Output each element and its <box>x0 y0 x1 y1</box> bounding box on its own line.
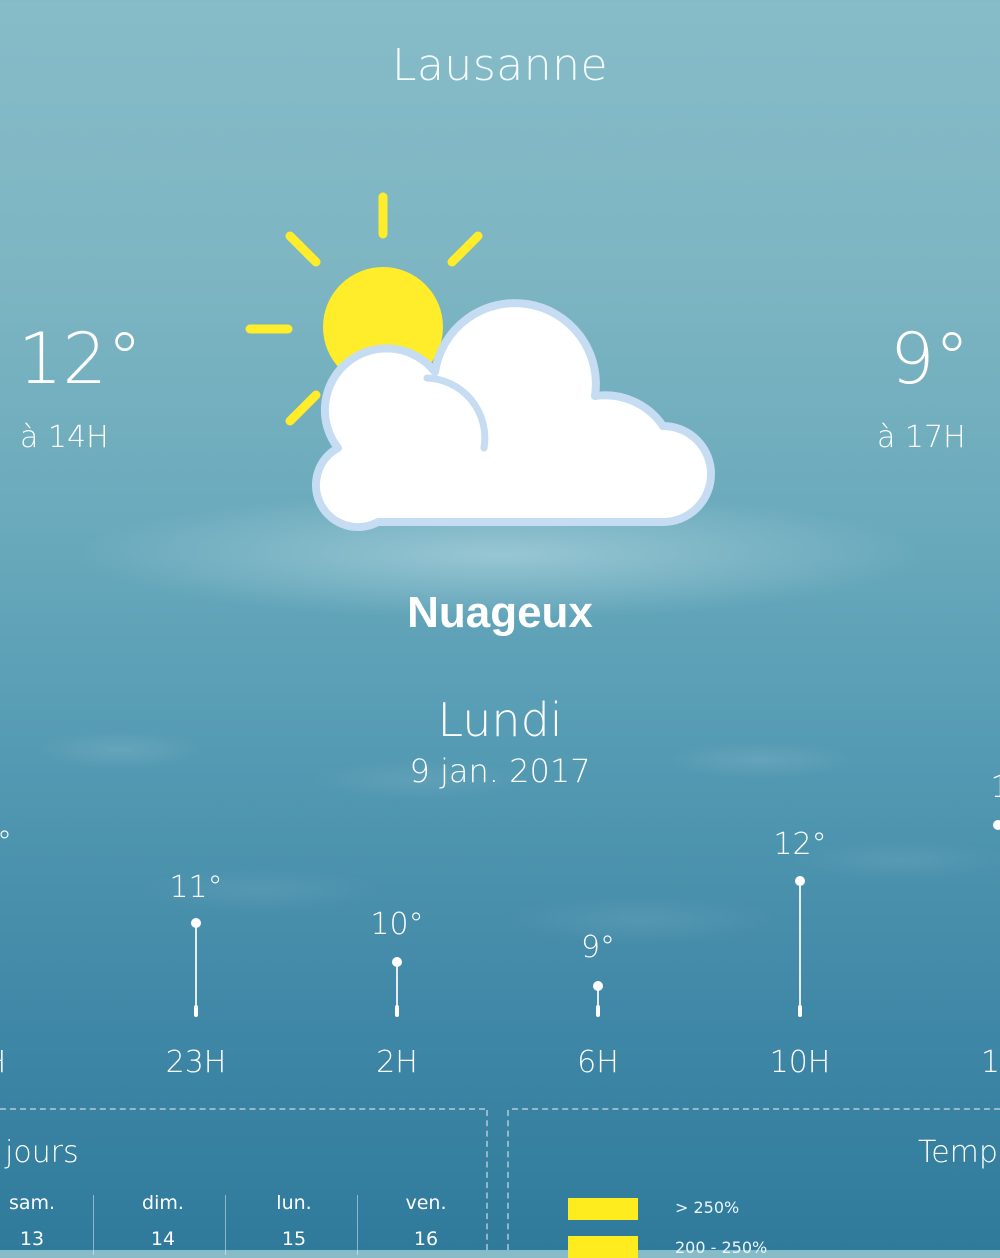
forecast-day[interactable]: lun. 15 <box>228 1192 360 1250</box>
hour-stem <box>799 881 801 1013</box>
hour-temperature: 9° <box>580 930 616 965</box>
legend-swatch <box>568 1198 638 1220</box>
section-divider <box>507 1110 509 1250</box>
right-temperature-time: à 17H <box>877 420 966 455</box>
partly-cloudy-icon <box>240 185 730 535</box>
hour-label: 15 <box>980 1045 1000 1080</box>
forecast-day-number: 14 <box>150 1228 176 1250</box>
hour-stem <box>195 923 197 1013</box>
hour-base <box>798 1005 802 1017</box>
right-temperature: 9° <box>890 318 970 400</box>
hourly-forecast: 2° H 11° 23H 10° 2H 9° 6H 12° 10H 1 15 <box>0 770 1000 1100</box>
hour-temperature: 2° <box>0 825 13 860</box>
forecast-day[interactable]: ven. 16 <box>360 1192 492 1250</box>
section-divider <box>0 1108 485 1110</box>
hour-temperature: 11° <box>169 870 223 905</box>
forecast-day-name: dim. <box>142 1192 184 1214</box>
hour-label: 23H <box>165 1045 227 1080</box>
legend-swatch <box>568 1236 638 1258</box>
legend-label: 200 - 250% <box>675 1238 768 1257</box>
hour-label: 2H <box>376 1045 418 1080</box>
hour-base <box>596 1005 600 1017</box>
left-temperature: 12° <box>18 318 143 400</box>
daily-forecast-title: jours <box>5 1135 79 1170</box>
forecast-day-number: 16 <box>413 1228 439 1250</box>
city-name: Lausanne <box>391 40 609 91</box>
hour-base <box>194 1005 198 1017</box>
forecast-day-number: 15 <box>281 1228 307 1250</box>
column-separator <box>225 1195 226 1255</box>
hour-temperature: 12° <box>773 827 827 862</box>
hour-temperature: 1 <box>940 770 1000 805</box>
column-separator <box>93 1195 94 1255</box>
forecast-day-name: lun. <box>276 1192 312 1214</box>
left-temperature-time: à 14H <box>20 420 109 455</box>
forecast-day[interactable]: dim. 14 <box>97 1192 229 1250</box>
hour-marker <box>993 820 1000 830</box>
forecast-day-number: 13 <box>19 1228 45 1250</box>
hour-label: 10H <box>769 1045 831 1080</box>
temperature-section-title: Temp <box>918 1135 998 1170</box>
hour-temperature: 10° <box>370 907 424 942</box>
hour-label: H <box>0 1045 55 1080</box>
forecast-day-name: sam. <box>8 1192 56 1214</box>
date: 9 jan. 2017 <box>409 752 591 790</box>
legend-label: > 250% <box>675 1198 740 1217</box>
weather-condition: Nuageux <box>407 588 593 637</box>
section-divider <box>512 1108 1000 1110</box>
forecast-day[interactable]: sam. 13 <box>0 1192 98 1250</box>
column-separator <box>357 1195 358 1255</box>
hour-base <box>395 1005 399 1017</box>
forecast-day-name: ven. <box>405 1192 447 1214</box>
day-name: Lundi <box>437 693 563 747</box>
hour-label: 6H <box>577 1045 619 1080</box>
